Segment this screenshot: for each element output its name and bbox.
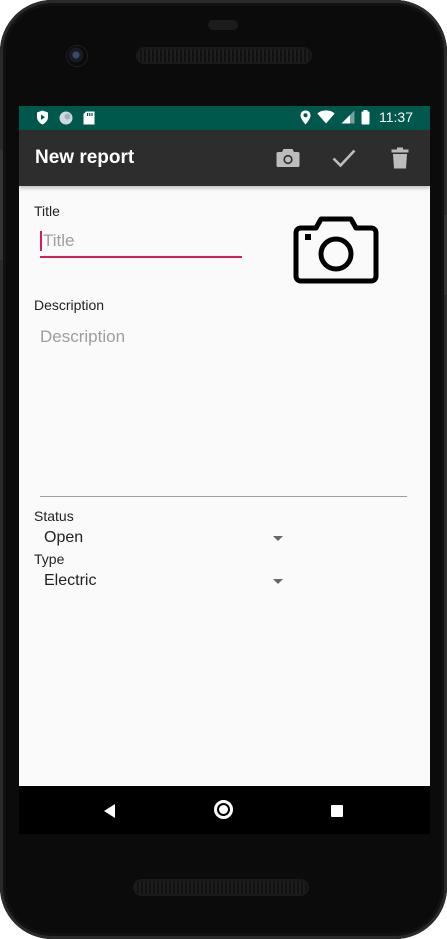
text-cursor [40, 231, 42, 251]
app-screen: 11:37 New report Title Title Description… [19, 106, 430, 834]
status-label: Status [34, 508, 74, 524]
shield-icon [37, 110, 48, 125]
type-selected-value: Electric [44, 572, 97, 589]
check-icon [332, 149, 356, 168]
recents-icon[interactable] [331, 805, 343, 817]
type-label: Type [34, 551, 65, 567]
status-bar: 11:37 [19, 106, 430, 130]
dropdown-arrow-icon [273, 536, 283, 541]
title-placeholder: Title [43, 231, 75, 250]
title-label: Title [34, 203, 60, 219]
circle-icon [59, 111, 73, 124]
side-button-left [0, 150, 3, 260]
description-input[interactable]: Description [40, 322, 407, 497]
system-nav-bar [19, 786, 430, 834]
wifi-icon [317, 110, 335, 124]
back-icon[interactable] [104, 804, 115, 818]
battery-icon [361, 109, 370, 124]
dropdown-arrow-icon [273, 579, 283, 584]
home-icon[interactable] [214, 800, 233, 819]
status-selected-value: Open [44, 529, 84, 546]
delete-report-button[interactable] [385, 143, 415, 173]
sd-card-icon [83, 111, 95, 124]
take-photo-button[interactable] [273, 143, 303, 173]
delete-icon [391, 147, 409, 169]
type-dropdown[interactable]: Electric [44, 570, 289, 592]
front-camera [67, 46, 87, 66]
proximity-sensor [208, 20, 238, 30]
camera-icon [293, 216, 379, 284]
page-title: New report [35, 147, 135, 168]
description-label: Description [34, 297, 105, 313]
title-input[interactable]: Title [40, 226, 242, 258]
status-dropdown[interactable]: Open [44, 527, 289, 549]
bottom-speaker [135, 881, 307, 894]
camera-icon [276, 149, 300, 167]
app-toolbar: New report [19, 130, 430, 186]
photo-placeholder-button[interactable] [293, 213, 379, 285]
description-placeholder: Description [40, 327, 126, 346]
earpiece-speaker [138, 49, 310, 62]
save-report-button[interactable] [329, 143, 359, 173]
signal-icon [341, 110, 355, 124]
location-icon [300, 110, 311, 124]
status-time: 11:37 [379, 109, 413, 125]
